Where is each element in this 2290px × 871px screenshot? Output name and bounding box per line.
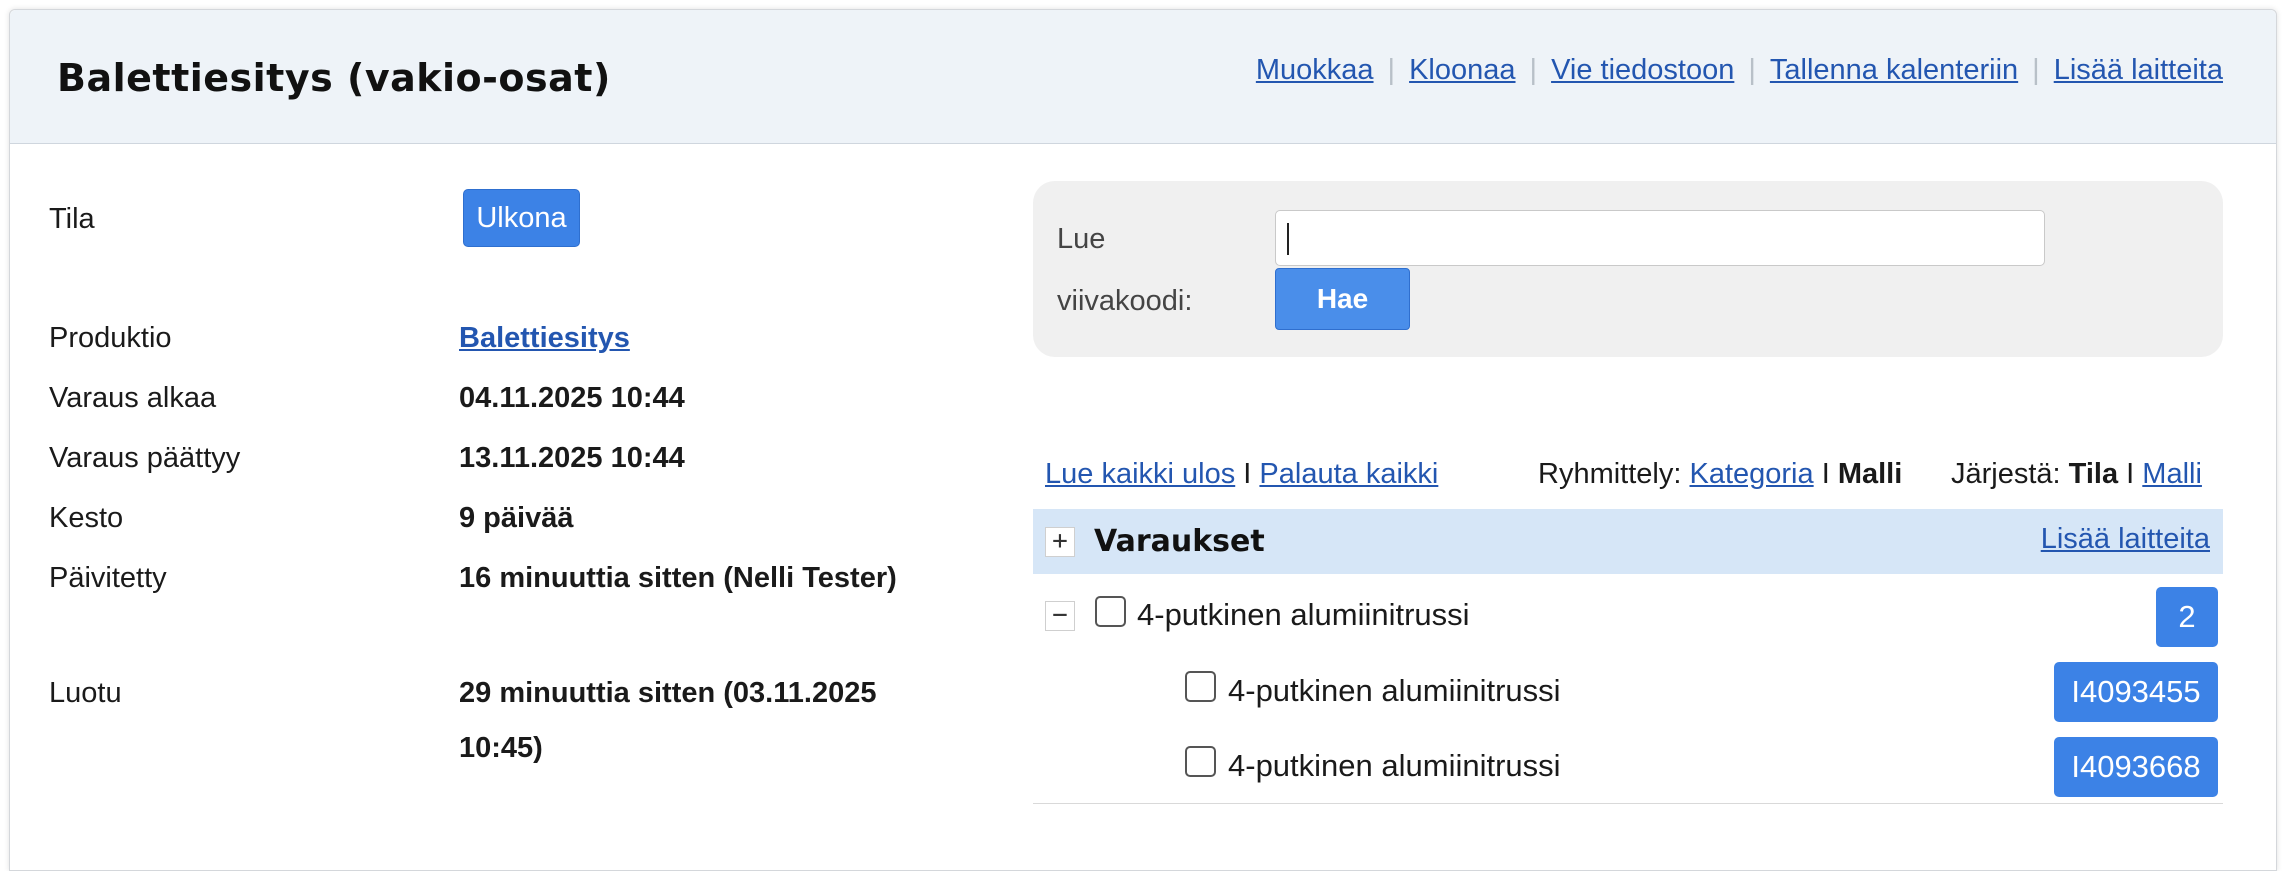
sort-status-active: Tila: [2068, 458, 2119, 490]
duration-label: Kesto: [49, 502, 124, 534]
grouping-model-active: Malli: [1837, 458, 1903, 490]
item-name: 4-putkinen alumiinitrussi: [1228, 673, 1561, 708]
grouping-label: Ryhmittely:: [1538, 458, 1682, 490]
updated-label: Päivitetty: [49, 562, 167, 594]
export-link[interactable]: Vie tiedostoon: [1551, 54, 1734, 87]
list-divider: [1033, 803, 2223, 804]
edit-link[interactable]: Muokkaa: [1256, 54, 1374, 87]
separator: |: [1748, 54, 1756, 86]
page-header: Balettiesitys (vakio-osat) Muokkaa | Klo…: [10, 10, 2276, 144]
item-name: 4-putkinen alumiinitrussi: [1228, 748, 1561, 783]
divider: I: [1243, 458, 1252, 490]
barcode-input[interactable]: [1275, 210, 2045, 266]
bulk-actions: Lue kaikki ulos I Palauta kaikki: [1045, 458, 1438, 491]
updated-value: 16 minuuttia sitten (Nelli Tester): [459, 562, 897, 594]
header-actions: Muokkaa | Kloonaa | Vie tiedostoon | Tal…: [1256, 54, 2223, 87]
sort-label: Järjestä:: [1951, 458, 2061, 490]
collapse-toggle[interactable]: −: [1045, 601, 1075, 631]
scan-label-line1: Lue: [1057, 223, 1106, 255]
grouping-category-link[interactable]: Kategoria: [1689, 458, 1813, 490]
separator: |: [1529, 54, 1538, 86]
text-caret: [1287, 223, 1289, 255]
end-label: Varaus päättyy: [49, 442, 241, 474]
start-value: 04.11.2025 10:44: [459, 382, 685, 414]
save-calendar-link[interactable]: Tallenna kalenteriin: [1770, 54, 2018, 87]
checkout-all-link[interactable]: Lue kaikki ulos: [1045, 458, 1235, 490]
grouping-controls: Ryhmittely: Kategoria I Malli: [1538, 458, 1902, 491]
return-all-link[interactable]: Palauta kaikki: [1259, 458, 1438, 490]
search-button[interactable]: Hae: [1275, 268, 1410, 330]
group-checkbox[interactable]: [1095, 596, 1126, 627]
barcode-scan-box: Lue viivakoodi: Hae: [1033, 181, 2223, 357]
add-equipment-link[interactable]: Lisää laitteita: [2054, 54, 2223, 87]
reservations-header: + Varaukset Lisää laitteita: [1033, 509, 2223, 574]
sort-controls: Järjestä: Tila I Malli: [1951, 458, 2202, 491]
end-value: 13.11.2025 10:44: [459, 442, 685, 474]
divider: I: [2126, 458, 2135, 490]
production-label: Produktio: [49, 322, 172, 354]
created-value-line1: 29 minuuttia sitten (03.11.2025: [459, 677, 877, 709]
scan-label-line2: viivakoodi:: [1057, 285, 1193, 317]
created-value-line2: 10:45): [459, 732, 543, 764]
group-name: 4-putkinen alumiinitrussi: [1137, 597, 1470, 632]
page-title: Balettiesitys (vakio-osat): [57, 56, 611, 100]
expand-toggle[interactable]: +: [1045, 527, 1075, 557]
reservations-title: Varaukset: [1094, 524, 1265, 559]
item-code-badge[interactable]: I4093668: [2054, 737, 2218, 797]
reservation-panel: Balettiesitys (vakio-osat) Muokkaa | Klo…: [9, 9, 2277, 871]
status-label: Tila: [49, 203, 95, 235]
count-badge: 2: [2156, 587, 2218, 647]
duration-value: 9 päivää: [459, 502, 574, 534]
sort-model-link[interactable]: Malli: [2142, 458, 2202, 490]
clone-link[interactable]: Kloonaa: [1409, 54, 1515, 87]
divider: I: [1821, 458, 1830, 490]
reservations-add-link[interactable]: Lisää laitteita: [2041, 523, 2210, 556]
item-code-badge[interactable]: I4093455: [2054, 662, 2218, 722]
separator: |: [1387, 54, 1396, 86]
created-label: Luotu: [49, 677, 122, 709]
start-label: Varaus alkaa: [49, 382, 217, 414]
production-link[interactable]: Balettiesitys: [459, 322, 630, 355]
separator: |: [2032, 54, 2040, 86]
item-checkbox[interactable]: [1185, 671, 1216, 702]
status-badge: Ulkona: [463, 189, 580, 247]
item-checkbox[interactable]: [1185, 746, 1216, 777]
